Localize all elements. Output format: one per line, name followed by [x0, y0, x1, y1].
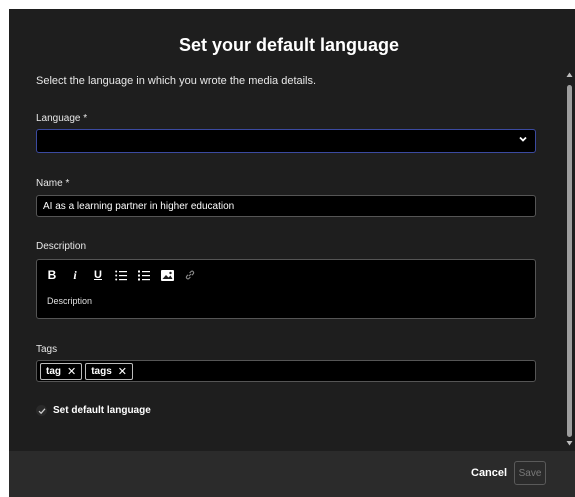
default-language-checkbox[interactable]: Set default language: [36, 405, 151, 416]
dialog-subtitle: Select the language in which you wrote t…: [36, 75, 317, 87]
tag-chip-label: tags: [91, 365, 112, 377]
numbered-list-icon[interactable]: [137, 268, 151, 282]
save-button[interactable]: Save: [514, 461, 546, 485]
scrollbar[interactable]: [566, 71, 573, 447]
language-label: Language *: [36, 113, 88, 124]
chevron-down-icon: [519, 136, 527, 142]
italic-icon[interactable]: i: [68, 268, 82, 282]
description-label: Description: [36, 241, 87, 252]
name-label: Name *: [36, 178, 70, 189]
default-language-checkbox-label: Set default language: [53, 405, 151, 416]
image-icon[interactable]: [160, 268, 174, 282]
link-icon[interactable]: [183, 268, 197, 282]
underline-icon[interactable]: U: [91, 268, 105, 282]
dialog-footer: Cancel Save: [9, 451, 575, 497]
tag-chip-label: tag: [46, 365, 61, 377]
dialog-title: Set your default language: [178, 35, 400, 55]
tag-chip: tag ✕: [40, 362, 83, 380]
scroll-down-icon[interactable]: [566, 439, 573, 447]
tags-input[interactable]: tag ✕ tags ✕: [36, 360, 536, 382]
default-language-dialog: Set your default language Select the lan…: [9, 9, 575, 497]
close-icon[interactable]: ✕: [67, 365, 76, 378]
bold-icon[interactable]: B: [45, 268, 59, 282]
description-placeholder: Description: [47, 296, 93, 306]
bulleted-list-icon[interactable]: [114, 268, 128, 282]
close-icon[interactable]: ✕: [118, 365, 127, 378]
tags-label: Tags: [36, 344, 58, 355]
name-input[interactable]: AI as a learning partner in higher educa…: [36, 195, 536, 217]
scroll-up-icon[interactable]: [566, 71, 573, 79]
editor-toolbar: B i U: [45, 268, 206, 282]
cancel-button[interactable]: Cancel: [471, 467, 507, 479]
language-select[interactable]: [36, 129, 536, 153]
scrollbar-thumb[interactable]: [567, 85, 572, 437]
description-editor[interactable]: B i U Description: [36, 259, 536, 319]
checkmark-icon: [36, 405, 47, 416]
tag-chip: tags ✕: [85, 362, 133, 380]
